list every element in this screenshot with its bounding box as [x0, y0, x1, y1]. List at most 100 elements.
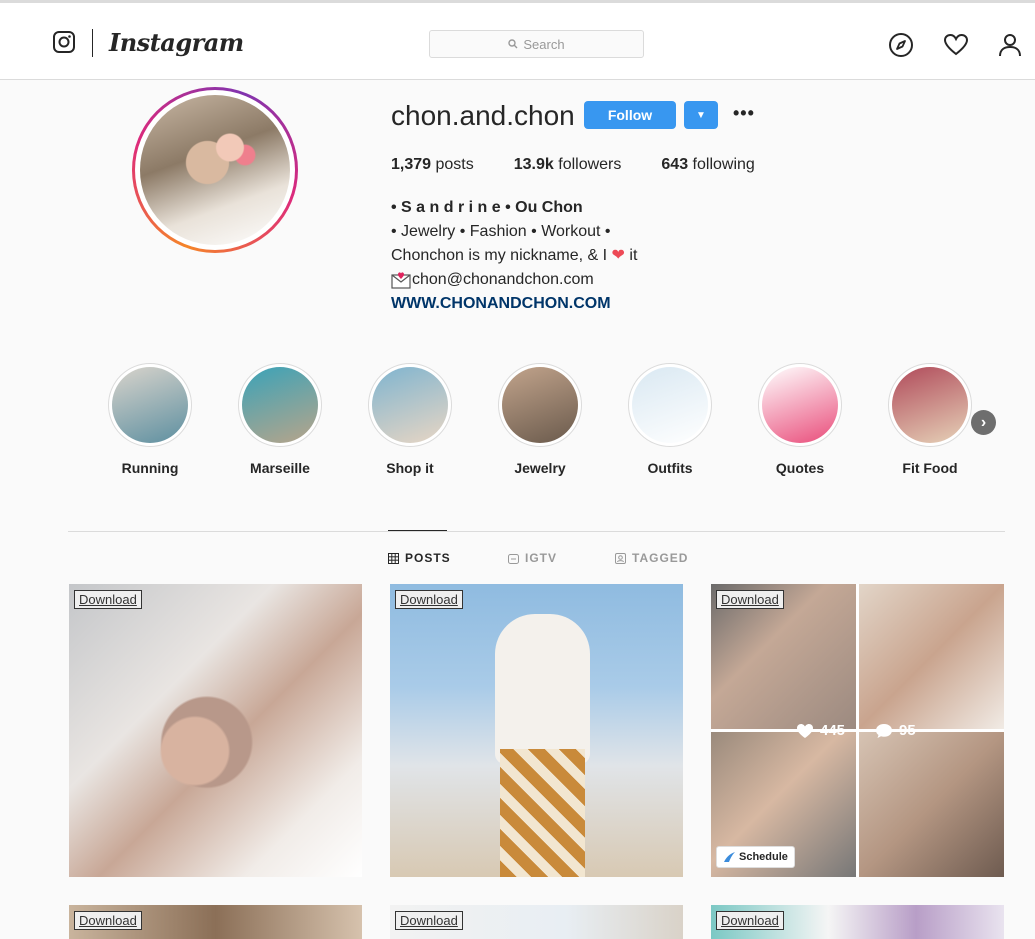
highlight-cover-image: [892, 367, 968, 443]
highlight-cover-image: [372, 367, 448, 443]
igtv-icon: [508, 553, 519, 564]
highlight-cover: [758, 363, 842, 447]
bio-email: chon@chonandchon.com: [412, 271, 594, 288]
story-highlight[interactable]: Jewelry: [498, 363, 582, 476]
followers-stat[interactable]: 13.9k followers: [514, 156, 622, 174]
heart-icon: [797, 723, 813, 738]
chevron-right-icon[interactable]: ›: [971, 410, 996, 435]
likes-stat: 445: [796, 722, 845, 739]
highlight-cover-image: [112, 367, 188, 443]
highlight-label: Outfits: [647, 460, 693, 476]
tab-posts-label: POSTS: [405, 551, 451, 565]
comments-count: 95: [899, 722, 916, 739]
search-icon: [508, 39, 518, 49]
caret-down-icon: ▼: [696, 109, 706, 121]
tab-igtv[interactable]: IGTV: [508, 551, 557, 565]
logo-divider: [92, 29, 93, 57]
highlight-label: Jewelry: [514, 460, 566, 476]
following-stat[interactable]: 643 following: [661, 156, 754, 174]
posts-count: 1,379: [391, 156, 432, 173]
story-highlight[interactable]: Quotes: [758, 363, 842, 476]
story-highlight[interactable]: Fit Food: [888, 363, 972, 476]
post-photo-detail: [500, 749, 585, 877]
highlight-cover-image: [632, 367, 708, 443]
bio-line-2-text: Chonchon is my nickname, & I: [391, 247, 612, 264]
schedule-label: Schedule: [739, 851, 788, 863]
profile-avatar[interactable]: [132, 87, 298, 253]
profile-person-icon[interactable]: [997, 32, 1023, 58]
download-link[interactable]: Download: [395, 590, 463, 609]
following-count: 643: [661, 156, 689, 173]
bio-line-1: • Jewelry • Fashion • Workout •: [391, 223, 611, 240]
suggested-accounts-dropdown-button[interactable]: ▼: [684, 101, 718, 129]
highlight-cover: [108, 363, 192, 447]
posts-label: posts: [435, 156, 474, 173]
highlight-cover: [498, 363, 582, 447]
story-highlight[interactable]: Running: [108, 363, 192, 476]
post-thumbnail[interactable]: Download: [69, 584, 362, 877]
profile-stats: 1,379 posts 13.9k followers 643 followin…: [391, 156, 795, 174]
comment-bubble-icon: [876, 723, 893, 738]
post-collage-tile: [859, 584, 1004, 729]
highlight-cover: [628, 363, 712, 447]
tab-posts[interactable]: POSTS: [388, 551, 451, 565]
post-thumbnail[interactable]: Download: [69, 905, 362, 939]
highlight-label: Fit Food: [902, 460, 958, 476]
active-tab-indicator: [388, 530, 447, 531]
profile-username: chon.and.chon: [391, 100, 575, 131]
followers-label: followers: [558, 156, 622, 173]
highlight-label: Shop it: [386, 460, 434, 476]
download-link[interactable]: Download: [74, 911, 142, 930]
tab-tagged[interactable]: TAGGED: [615, 551, 688, 565]
story-highlight[interactable]: Shop it: [368, 363, 452, 476]
schedule-logo-icon: [724, 852, 735, 862]
highlight-cover: [238, 363, 322, 447]
comments-stat: 95: [875, 722, 916, 739]
top-navigation-bar: Instagram Search: [0, 0, 1035, 80]
bio-email-line: chon@chonandchon.com: [391, 268, 637, 292]
more-options-icon[interactable]: •••: [733, 103, 755, 124]
search-placeholder: Search: [523, 36, 565, 52]
tab-tagged-label: TAGGED: [632, 551, 689, 565]
profile-bio: • S a n d r i n e • Ou Chon • Jewelry • …: [391, 196, 637, 316]
red-heart-icon: ❤: [611, 247, 625, 264]
instagram-camera-icon[interactable]: [52, 30, 76, 54]
highlight-label: Quotes: [775, 460, 825, 476]
bio-name: • S a n d r i n e • Ou Chon: [391, 199, 583, 216]
post-photo-detail: [495, 614, 590, 764]
tab-igtv-label: IGTV: [525, 551, 558, 565]
highlight-cover: [368, 363, 452, 447]
download-link[interactable]: Download: [74, 590, 142, 609]
schedule-button[interactable]: Schedule: [716, 846, 795, 868]
post-thumbnail[interactable]: Download 445 95 Schedule: [711, 584, 1004, 877]
avatar-inner: [135, 90, 295, 250]
likes-count: 445: [820, 722, 846, 739]
followers-count: 13.9k: [513, 156, 554, 173]
bio-line-2-suffix: it: [624, 247, 638, 264]
post-thumbnail[interactable]: Download: [390, 905, 683, 939]
post-thumbnail[interactable]: Download: [390, 584, 683, 877]
highlight-cover-image: [762, 367, 838, 443]
instagram-wordmark[interactable]: Instagram: [109, 28, 244, 57]
search-input[interactable]: Search: [429, 30, 644, 58]
post-collage-tile: [859, 732, 1004, 877]
story-highlight[interactable]: Outfits: [628, 363, 712, 476]
highlight-cover-image: [502, 367, 578, 443]
highlight-cover: [888, 363, 972, 447]
tagged-icon: [615, 552, 626, 564]
story-highlight[interactable]: Marseille: [238, 363, 322, 476]
avatar-photo: [140, 95, 290, 245]
following-label: following: [692, 156, 755, 173]
download-link[interactable]: Download: [716, 911, 784, 930]
activity-heart-icon[interactable]: [943, 32, 969, 58]
download-link[interactable]: Download: [395, 911, 463, 930]
tabs-divider: [68, 531, 1005, 532]
bio-website-link[interactable]: WWW.CHONANDCHON.COM: [391, 292, 637, 316]
post-thumbnail[interactable]: Download: [711, 905, 1004, 939]
bio-line-2: Chonchon is my nickname, & I ❤ it: [391, 244, 637, 268]
post-engagement-overlay: 445 95: [796, 722, 946, 739]
explore-compass-icon[interactable]: [888, 32, 914, 58]
grid-icon: [388, 552, 399, 564]
follow-button[interactable]: Follow: [584, 101, 676, 129]
download-link[interactable]: Download: [716, 590, 784, 609]
